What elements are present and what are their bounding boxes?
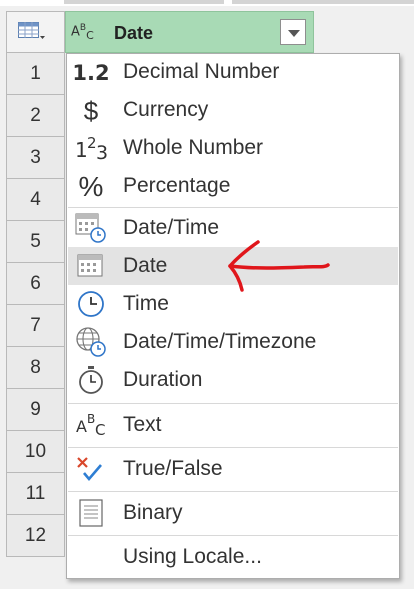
menu-item-binary[interactable]: Binary xyxy=(68,493,398,533)
row-number[interactable]: 4 xyxy=(6,179,65,221)
clock-icon xyxy=(72,285,110,323)
menu-item-label: Date/Time/Timezone xyxy=(123,330,317,353)
menu-item-true-false[interactable]: True/False xyxy=(68,449,398,489)
date-time-icon xyxy=(72,209,110,247)
row-number[interactable]: 2 xyxy=(6,95,65,137)
menu-item-label: Currency xyxy=(123,98,209,121)
menu-separator xyxy=(68,447,398,448)
stopwatch-icon xyxy=(72,361,110,399)
header-strip-segment xyxy=(64,0,224,4)
percentage-icon: % xyxy=(78,171,104,202)
row-number-column: 1 2 3 4 5 6 7 8 9 10 11 12 xyxy=(6,53,65,557)
svg-text:A: A xyxy=(76,417,87,436)
svg-text:1: 1 xyxy=(75,138,88,162)
menu-item-whole-number[interactable]: 1 2 3 Whole Number xyxy=(68,130,398,168)
table-corner-button[interactable] xyxy=(6,11,65,53)
menu-item-label: Using Locale... xyxy=(123,545,262,568)
true-false-icon xyxy=(72,449,110,489)
menu-item-label: Binary xyxy=(123,501,183,524)
date-icon xyxy=(72,247,110,285)
menu-item-date-time-timezone[interactable]: Date/Time/Timezone xyxy=(68,323,398,361)
header-strip-segment xyxy=(232,0,414,4)
menu-item-label: Duration xyxy=(123,368,203,391)
binary-document-icon xyxy=(72,493,110,533)
menu-item-percentage[interactable]: % Percentage xyxy=(68,168,398,206)
data-type-menu: 1.2 Decimal Number $ Currency 1 2 3 Whol… xyxy=(66,53,400,579)
row-number[interactable]: 5 xyxy=(6,221,65,263)
column-header-date[interactable]: ABC Date xyxy=(65,11,314,53)
svg-text:B: B xyxy=(87,412,95,426)
currency-icon: $ xyxy=(83,95,99,126)
menu-item-text[interactable]: A B C Text xyxy=(68,405,398,445)
table-icon xyxy=(18,22,45,39)
decimal-number-icon: 1.2 xyxy=(72,61,110,85)
row-number[interactable]: 1 xyxy=(6,53,65,95)
menu-separator xyxy=(68,403,398,404)
menu-item-duration[interactable]: Duration xyxy=(68,361,398,399)
menu-item-label: Whole Number xyxy=(123,136,264,159)
annotation-arrow xyxy=(228,240,330,292)
menu-separator xyxy=(68,535,398,536)
menu-item-label: Decimal Number xyxy=(123,60,280,83)
menu-item-label: Text xyxy=(123,413,162,436)
menu-item-label: True/False xyxy=(123,457,223,480)
menu-item-currency[interactable]: $ Currency xyxy=(68,92,398,130)
row-number[interactable]: 3 xyxy=(6,137,65,179)
row-number[interactable]: 11 xyxy=(6,473,65,515)
row-number[interactable]: 8 xyxy=(6,347,65,389)
menu-separator xyxy=(68,207,398,208)
whole-number-icon: 1 2 3 xyxy=(72,130,110,168)
menu-item-label: Time xyxy=(123,292,169,315)
menu-separator xyxy=(68,491,398,492)
text-abc-icon: A B C xyxy=(72,405,110,445)
column-header-title: Date xyxy=(114,23,154,43)
row-number[interactable]: 9 xyxy=(6,389,65,431)
svg-text:3: 3 xyxy=(96,142,108,164)
svg-text:C: C xyxy=(95,421,105,439)
menu-item-decimal-number[interactable]: 1.2 Decimal Number xyxy=(68,54,398,92)
column-filter-dropdown-button[interactable] xyxy=(280,19,306,45)
menu-item-label: Date xyxy=(123,254,168,277)
menu-item-label: Percentage xyxy=(123,174,231,197)
row-number[interactable]: 12 xyxy=(6,515,65,557)
row-number[interactable]: 10 xyxy=(6,431,65,473)
menu-item-using-locale[interactable]: Using Locale... xyxy=(68,537,398,577)
row-number[interactable]: 6 xyxy=(6,263,65,305)
text-abc-icon[interactable]: ABC xyxy=(71,23,94,42)
top-strip xyxy=(0,0,414,6)
globe-clock-icon xyxy=(72,323,110,361)
row-number[interactable]: 7 xyxy=(6,305,65,347)
menu-item-label: Date/Time xyxy=(123,216,220,239)
